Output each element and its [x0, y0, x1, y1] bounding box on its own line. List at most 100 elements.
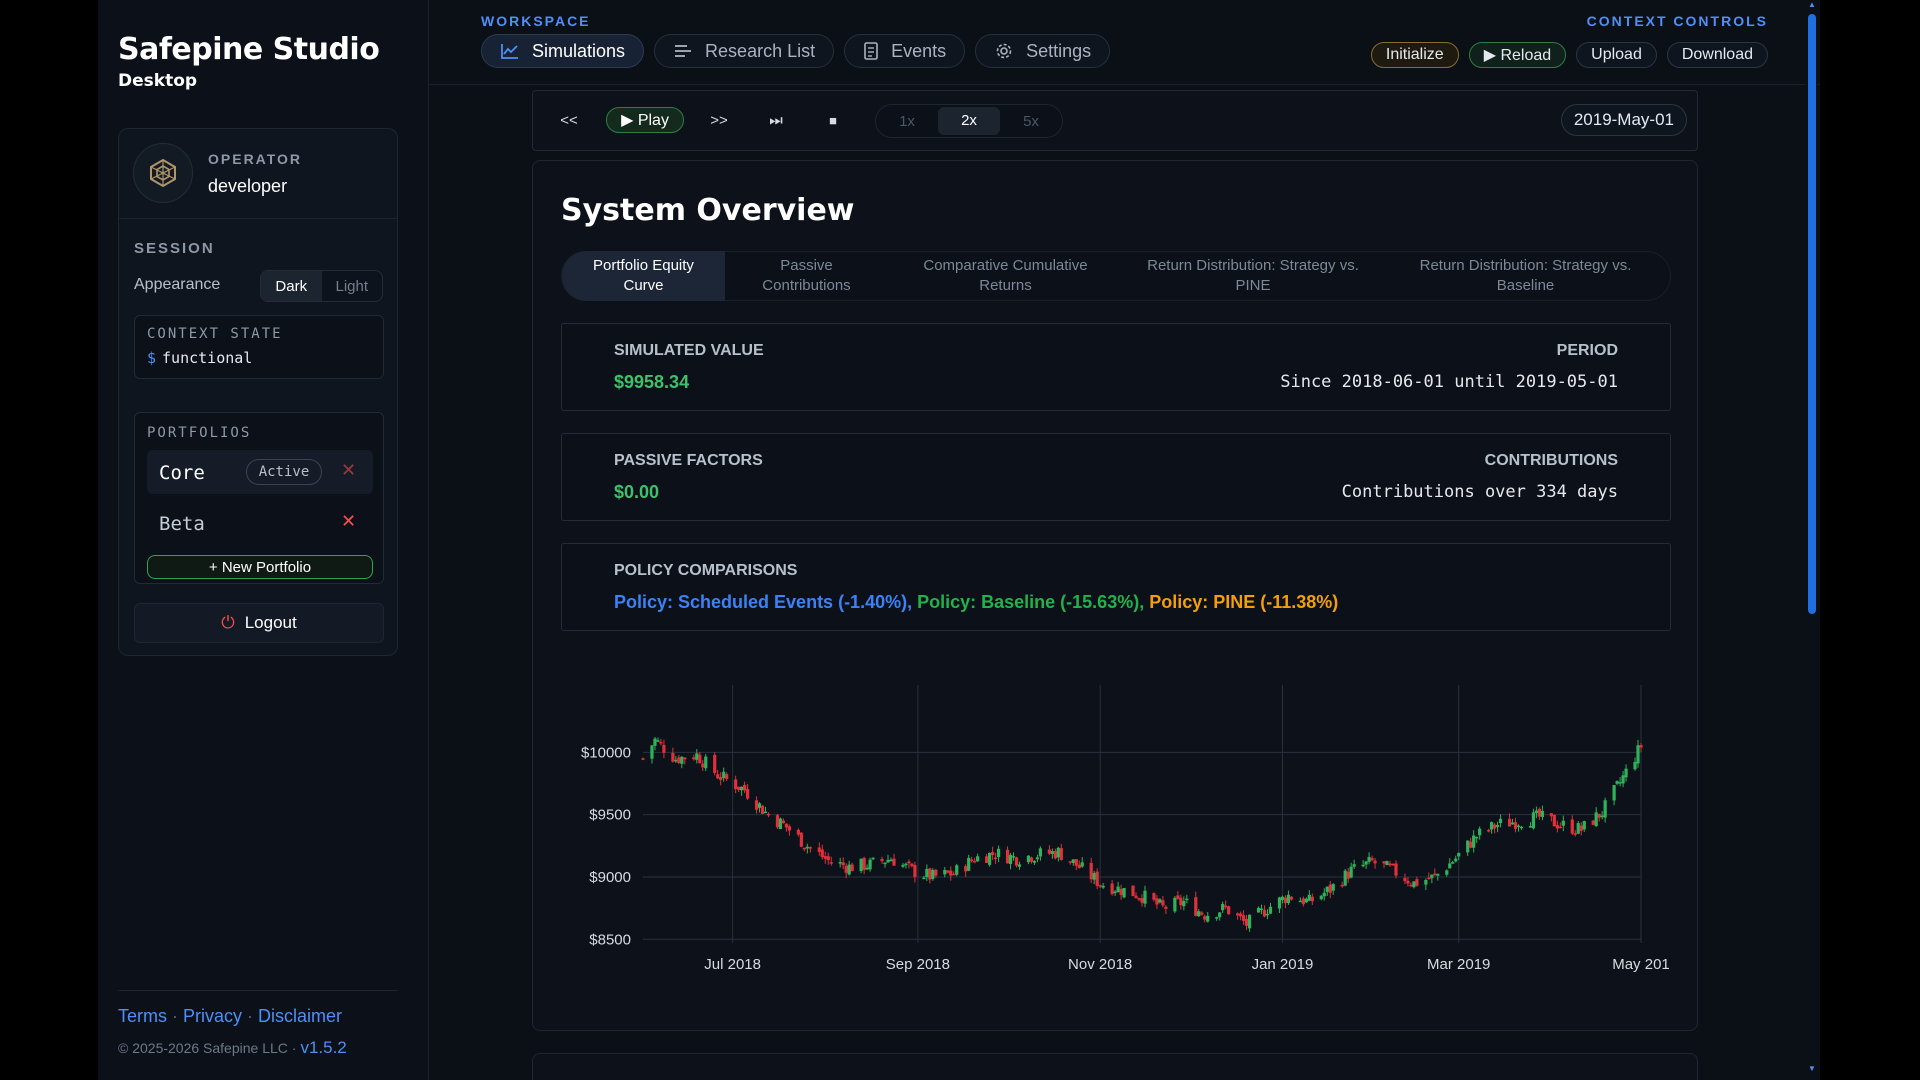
candle-body [910, 863, 914, 867]
operator-name: developer [208, 176, 288, 196]
candle-body [1382, 861, 1386, 864]
candle-body [662, 744, 666, 753]
version-link[interactable]: v1.5.2 [300, 1038, 346, 1057]
candle-body [808, 847, 812, 849]
candle-body [1394, 863, 1398, 876]
scroll-down-icon[interactable]: ▼ [1808, 1064, 1816, 1073]
candle-body [1561, 820, 1565, 826]
candle-body [1597, 813, 1601, 818]
context-state-value-row: $ functional [147, 349, 252, 367]
candle-body [1531, 812, 1536, 829]
privacy-link[interactable]: Privacy [183, 1006, 242, 1026]
policy-pine: Policy: PINE (-11.38%) [1149, 592, 1339, 612]
candle-body [1283, 897, 1288, 904]
tab-events[interactable]: Events [844, 34, 966, 68]
candle-body [955, 865, 959, 875]
play-button[interactable]: ▶ Play [606, 107, 684, 133]
y-tick-label: $8500 [589, 931, 631, 948]
candle-body [1221, 903, 1225, 911]
new-portfolio-button[interactable]: + New Portfolio [147, 555, 373, 579]
skip-end-button[interactable]: ⏭ [759, 107, 793, 133]
candle-body [716, 774, 720, 779]
candle-body [1475, 836, 1479, 839]
terms-link[interactable]: Terms [118, 1006, 167, 1026]
candle-body [1448, 863, 1452, 869]
speed-2x-option[interactable]: 2x [938, 107, 1000, 135]
candle-body [1618, 782, 1622, 784]
candle-body [1415, 879, 1419, 886]
tab-return-distribution-baseline[interactable]: Return Distribution: Strategy vs. Baseli… [1383, 251, 1668, 301]
candle-body [976, 856, 980, 862]
scrollbar-thumb[interactable] [1808, 14, 1816, 614]
candle-body [1029, 857, 1034, 862]
candle-body [740, 786, 744, 791]
candle-body [1451, 862, 1455, 864]
tab-settings[interactable]: Settings [975, 34, 1111, 68]
upload-button[interactable]: Upload [1576, 42, 1657, 68]
candle-body [859, 858, 863, 872]
tab-passive-contributions[interactable]: Passive Contributions [725, 251, 888, 301]
stop-button[interactable]: ■ [816, 107, 850, 133]
avatar[interactable] [133, 143, 193, 203]
candle-body [943, 869, 947, 875]
speed-5x-option[interactable]: 5x [1000, 113, 1062, 130]
candle-body [1507, 818, 1512, 827]
candle-body [737, 786, 741, 790]
candle-body [1570, 819, 1574, 834]
candle-body [1319, 895, 1323, 900]
candle-body [1346, 871, 1350, 879]
logout-label: Logout [244, 613, 297, 632]
active-badge: Active [246, 459, 322, 485]
tab-comparative-cumulative-returns[interactable]: Comparative Cumulative Returns [888, 251, 1123, 301]
candle-body [913, 865, 917, 878]
y-tick-label: $9500 [589, 807, 631, 824]
tab-portfolio-equity-curve[interactable]: Portfolio Equity Curve [562, 251, 725, 301]
download-button[interactable]: Download [1666, 42, 1768, 68]
tab-research-list[interactable]: Research List [654, 34, 835, 68]
candle-body [889, 859, 893, 862]
candle-body [1433, 873, 1437, 876]
candle-body [1469, 841, 1473, 848]
main-area: WORKSPACE Simulations Research List Even… [429, 0, 1820, 1080]
candle-body [784, 823, 789, 828]
candle-body [850, 864, 854, 872]
logout-button[interactable]: ⏻ Logout [134, 603, 384, 643]
candle-body [907, 861, 911, 864]
candle-body [1239, 913, 1243, 917]
candle-body [1164, 906, 1168, 909]
candle-body [1179, 897, 1183, 906]
candle-body [1218, 912, 1222, 918]
scroll-up-icon[interactable]: ▲ [1808, 0, 1816, 9]
candle-body [1591, 820, 1595, 825]
passive-factors-panel: PASSIVE FACTORS $0.00 CONTRIBUTIONS Cont… [561, 433, 1671, 521]
theme-dark-option[interactable]: Dark [261, 271, 322, 301]
x-tick-label: Mar 2019 [1427, 956, 1490, 973]
candle-body [1074, 859, 1078, 866]
candle-body [1424, 880, 1428, 885]
candle-body [796, 829, 800, 835]
initialize-button[interactable]: Initialize [1370, 42, 1459, 68]
candle-body [674, 759, 678, 762]
rewind-button[interactable]: << [551, 107, 587, 133]
disclaimer-link[interactable]: Disclaimer [258, 1006, 342, 1026]
portfolio-item-core[interactable]: Core Active ✕ [147, 450, 373, 494]
forward-button[interactable]: >> [701, 107, 737, 133]
power-icon: ⏻ [221, 613, 235, 632]
candle-body [1310, 896, 1314, 902]
tab-return-distribution-pine[interactable]: Return Distribution: Strategy vs. PINE [1123, 251, 1383, 301]
theme-light-option[interactable]: Light [322, 271, 383, 301]
portfolio-item-beta[interactable]: Beta ✕ [147, 501, 373, 545]
delete-portfolio-icon[interactable]: ✕ [341, 511, 356, 532]
candle-body [1050, 851, 1054, 854]
candle-body [695, 753, 699, 760]
candle-body [1227, 906, 1231, 915]
candle-body [1176, 895, 1180, 899]
reload-button[interactable]: ▶ Reload [1468, 42, 1567, 68]
tab-simulations[interactable]: Simulations [481, 34, 645, 68]
candle-body [1077, 864, 1081, 869]
delete-portfolio-icon[interactable]: ✕ [341, 460, 356, 481]
candle-body [1277, 897, 1282, 909]
candle-body [1594, 812, 1598, 827]
speed-1x-option[interactable]: 1x [876, 113, 938, 130]
candle-body [1516, 825, 1521, 828]
